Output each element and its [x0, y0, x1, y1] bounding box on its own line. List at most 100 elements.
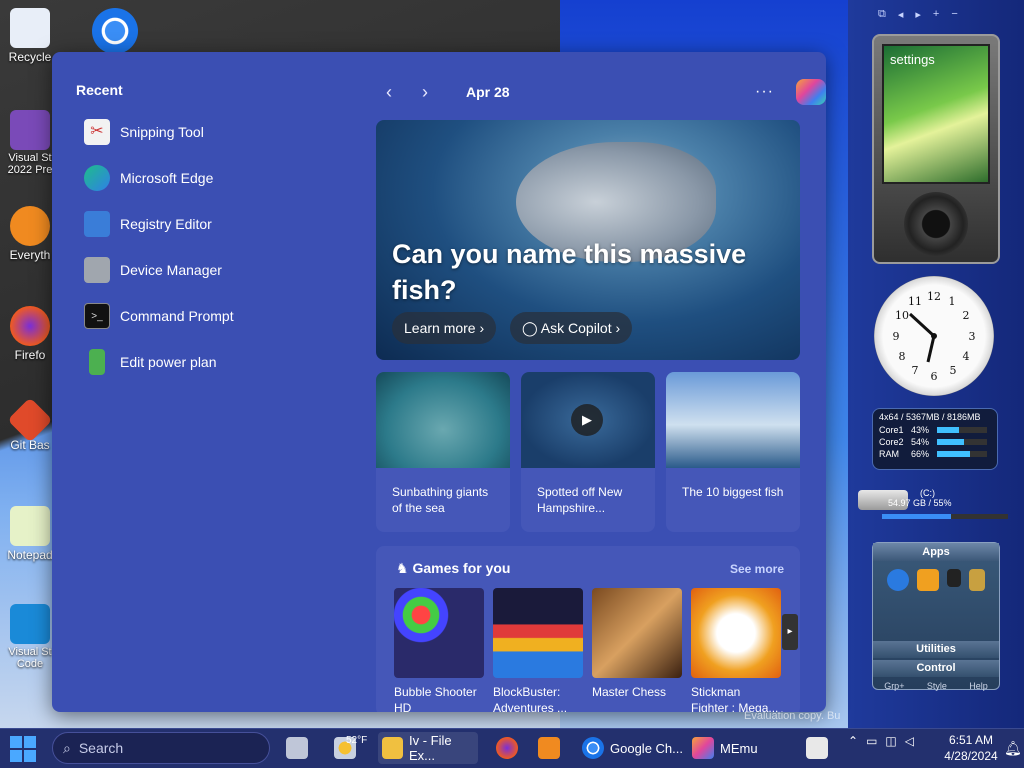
network-icon[interactable]: ◫ [885, 734, 896, 748]
search-icon: ⌕ [63, 739, 71, 756]
apps-utilities-button[interactable]: Utilities [873, 641, 999, 658]
command-prompt-icon: >_ [84, 303, 110, 329]
more-options-button[interactable]: ··· [755, 83, 774, 101]
recent-item-device-manager[interactable]: Device Manager [76, 250, 366, 290]
feed-navigation: ‹ › Apr 28 ··· [386, 79, 826, 105]
desktop-icon-notepad[interactable]: Notepad [0, 506, 60, 562]
notification-bell-icon[interactable]: 🔔︎ [1004, 740, 1022, 757]
recent-item-label: Command Prompt [120, 308, 234, 324]
desktop-icon-everything[interactable]: Everyth [0, 206, 60, 262]
taskbar-item-label: Iv - File Ex... [409, 733, 452, 763]
game-card-bubble-shooter[interactable]: Bubble Shooter HD [394, 588, 484, 712]
taskbar-media-player[interactable] [538, 732, 560, 764]
recent-item-label: Device Manager [120, 262, 222, 278]
svg-text:2: 2 [963, 309, 970, 322]
video-thumbnail: ▶ [521, 372, 655, 468]
sidebar-add-icon[interactable]: + [933, 8, 939, 24]
taskbar-snipping-tool[interactable] [806, 732, 828, 764]
recent-item-microsoft-edge[interactable]: Microsoft Edge [76, 158, 366, 198]
task-view-button[interactable] [286, 732, 308, 764]
see-more-link[interactable]: See more [730, 562, 784, 576]
sidebar-minimize-icon[interactable]: − [951, 8, 957, 24]
zune-gadget[interactable]: settings [872, 34, 1000, 264]
apps-help-button[interactable]: Help [969, 681, 988, 691]
start-button[interactable] [10, 736, 36, 762]
drive-info: 54.97 GB / 55% [888, 498, 952, 508]
battery-icon[interactable]: ▭ [866, 734, 877, 748]
app-icon[interactable] [947, 569, 961, 587]
svg-text:1: 1 [949, 295, 956, 308]
sidebar-prev-icon[interactable]: ◂ [898, 8, 904, 24]
game-card-stickman-fighter[interactable]: Stickman Fighter : Mega... [691, 588, 781, 712]
sidebar-next-icon[interactable]: ▸ [915, 8, 921, 24]
desktop-icon-label: Everyth [9, 248, 51, 262]
desktop-icon-git-bash[interactable]: Git Bas [0, 397, 60, 452]
firefox-icon [10, 306, 50, 346]
recent-item-command-prompt[interactable]: >_ Command Prompt [76, 296, 366, 336]
snipping-tool-icon [806, 737, 828, 759]
chat-bubble-icon: ◯ [522, 320, 541, 336]
hero-card[interactable]: Can you name this massive fish? Learn mo… [376, 120, 800, 360]
recent-item-label: Microsoft Edge [120, 170, 214, 186]
recent-item-edit-power-plan[interactable]: Edit power plan [76, 342, 366, 382]
news-tile-new-hampshire[interactable]: ▶ Spotted off New Hampshire... [521, 372, 655, 532]
clock-minute-hand [926, 335, 936, 363]
trophy-icon[interactable] [969, 569, 985, 591]
visual-studio-2022-icon [10, 110, 50, 150]
taskbar-firefox[interactable] [496, 732, 518, 764]
apps-group-button[interactable]: Grp+ [884, 681, 904, 691]
shark-thumbnail [666, 372, 800, 468]
desktop-icon-recycle-bin[interactable]: Recycle [0, 8, 60, 64]
news-tile-biggest-fish[interactable]: The 10 biggest fish [666, 372, 800, 532]
news-tile-sunbathing-giants[interactable]: Sunbathing giants of the sea [376, 372, 510, 532]
game-card-master-chess[interactable]: Master Chess [592, 588, 682, 700]
ask-copilot-label: Ask Copilot › [540, 320, 621, 336]
desktop-icon-label: Firefo [14, 348, 46, 362]
cpu-meter-gadget: 4x64 / 5367MB / 8186MB Core1 43% Core2 54%… [872, 408, 998, 470]
edge-icon [84, 165, 110, 191]
desktop-icon-firefox[interactable]: Firefo [0, 306, 60, 362]
weather-widget[interactable]: 52°F [334, 732, 383, 764]
play-icon[interactable]: ▶ [571, 404, 603, 436]
chrome-desktop-icon[interactable] [92, 8, 138, 54]
volume-icon[interactable]: ◁ [905, 734, 914, 748]
taskbar-search[interactable]: ⌕ Search [52, 732, 270, 764]
media-player-icon[interactable] [917, 569, 939, 591]
tile-caption: Spotted off New Hampshire... [537, 485, 623, 515]
game-title: Stickman Fighter : Mega... [691, 685, 779, 712]
copilot-icon[interactable] [796, 79, 826, 105]
games-next-arrow-icon[interactable]: ▸ [782, 614, 798, 650]
learn-more-button[interactable]: Learn more › [392, 312, 497, 344]
taskbar-chrome[interactable]: Google Ch... [582, 732, 683, 764]
zune-pad[interactable] [904, 192, 968, 256]
internet-explorer-icon[interactable] [887, 569, 909, 591]
vscode-icon [10, 604, 50, 644]
clock-date: 4/28/2024 [944, 749, 998, 763]
taskbar-file-explorer[interactable]: Iv - File Ex... [378, 732, 478, 764]
game-card-blockbuster[interactable]: BlockBuster: Adventures ... [493, 588, 583, 712]
recent-item-snipping-tool[interactable]: ✂ Snipping Tool [76, 112, 366, 152]
next-day-button[interactable]: › [422, 82, 458, 103]
games-header: ♞ Games for you [396, 560, 510, 577]
taskbar-clock[interactable]: 6:51 AM 4/28/2024 [940, 732, 1002, 764]
apps-style-button[interactable]: Style [927, 681, 947, 691]
cpu-row-core2: Core2 54% [879, 436, 991, 448]
apps-control-button[interactable]: Control [873, 660, 999, 677]
ask-copilot-button[interactable]: ◯ Ask Copilot › [510, 312, 633, 344]
previous-day-button[interactable]: ‹ [386, 82, 422, 103]
chevron-up-icon[interactable]: ⌃ [848, 734, 858, 748]
cpu-row-ram: RAM 66% [879, 448, 991, 460]
cpu-row-core1: Core1 43% [879, 424, 991, 436]
recent-item-registry-editor[interactable]: Registry Editor [76, 204, 366, 244]
game-title: Master Chess [592, 685, 667, 699]
hero-title[interactable]: Can you name this massive fish? [392, 236, 792, 308]
taskbar-memu[interactable]: MEmu [692, 732, 758, 764]
svg-text:5: 5 [950, 364, 957, 377]
sidebar-restore-icon[interactable]: ⧉ [878, 8, 886, 24]
apps-title: Apps [873, 543, 999, 561]
svg-text:10: 10 [895, 309, 909, 322]
desktop-icon-vscode[interactable]: Visual St Code [0, 604, 60, 670]
apps-grid [873, 561, 999, 639]
master-chess-image [592, 588, 682, 678]
desktop-icon-visual-studio-2022[interactable]: Visual St 2022 Pre [0, 110, 60, 176]
